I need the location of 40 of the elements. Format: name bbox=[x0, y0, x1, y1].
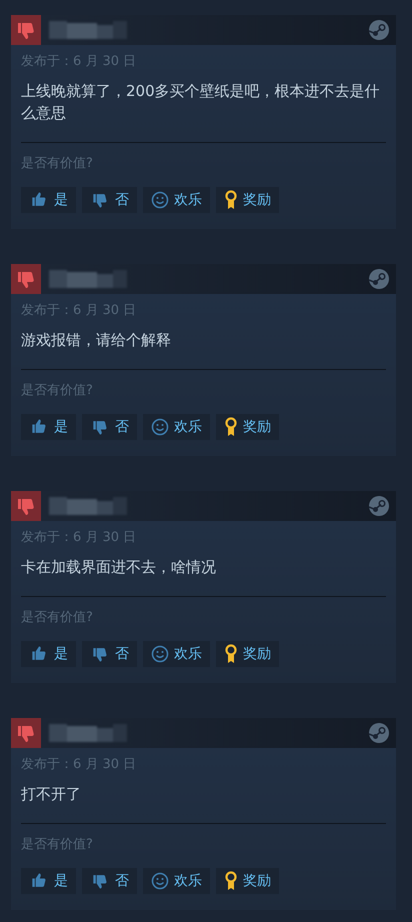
yes-button[interactable]: 是 bbox=[21, 414, 76, 440]
steam-logo-icon bbox=[368, 495, 390, 517]
no-button[interactable]: 否 bbox=[82, 641, 137, 667]
funny-button[interactable]: 欢乐 bbox=[143, 641, 210, 667]
post-date: 发布于：6 月 30 日 bbox=[21, 302, 138, 320]
post-date: 发布于：6 月 30 日 bbox=[21, 529, 138, 547]
yes-button[interactable]: 是 bbox=[21, 187, 76, 213]
award-button[interactable]: 奖励 bbox=[216, 414, 279, 440]
funny-button[interactable]: 欢乐 bbox=[143, 868, 210, 894]
award-button[interactable]: 奖励 bbox=[216, 641, 279, 667]
review-text: 上线晚就算了，200多买个壁纸是吧，根本进不去是什么意思 bbox=[21, 81, 381, 124]
steam-logo-icon bbox=[368, 722, 390, 744]
review-text: 打不开了 bbox=[21, 784, 82, 805]
no-button[interactable]: 否 bbox=[82, 414, 137, 440]
smiley-icon bbox=[151, 872, 169, 890]
helpful-prompt: 是否有价值? bbox=[21, 609, 94, 627]
review-text: 游戏报错，请给个解释 bbox=[21, 330, 172, 351]
helpful-prompt: 是否有价值? bbox=[21, 836, 94, 854]
award-ribbon-icon bbox=[224, 417, 238, 437]
smiley-icon bbox=[151, 418, 169, 436]
award-ribbon-icon bbox=[224, 871, 238, 891]
yes-button[interactable]: 是 bbox=[21, 868, 76, 894]
smiley-icon bbox=[151, 645, 169, 663]
no-button[interactable]: 否 bbox=[82, 868, 137, 894]
award-button[interactable]: 奖励 bbox=[216, 187, 279, 213]
award-ribbon-icon bbox=[224, 190, 238, 210]
award-button[interactable]: 奖励 bbox=[216, 868, 279, 894]
helpful-prompt: 是否有价值? bbox=[21, 382, 94, 400]
post-date: 发布于：6 月 30 日 bbox=[21, 756, 138, 774]
smiley-icon bbox=[151, 191, 169, 209]
award-ribbon-icon bbox=[224, 644, 238, 664]
no-button[interactable]: 否 bbox=[82, 187, 137, 213]
review-text: 卡在加载界面进不去，啥情况 bbox=[21, 557, 217, 578]
helpful-prompt: 是否有价值? bbox=[21, 155, 94, 173]
funny-button[interactable]: 欢乐 bbox=[143, 187, 210, 213]
post-date: 发布于：6 月 30 日 bbox=[21, 53, 138, 71]
funny-button[interactable]: 欢乐 bbox=[143, 414, 210, 440]
steam-logo-icon bbox=[368, 268, 390, 290]
yes-button[interactable]: 是 bbox=[21, 641, 76, 667]
steam-logo-icon bbox=[368, 19, 390, 41]
